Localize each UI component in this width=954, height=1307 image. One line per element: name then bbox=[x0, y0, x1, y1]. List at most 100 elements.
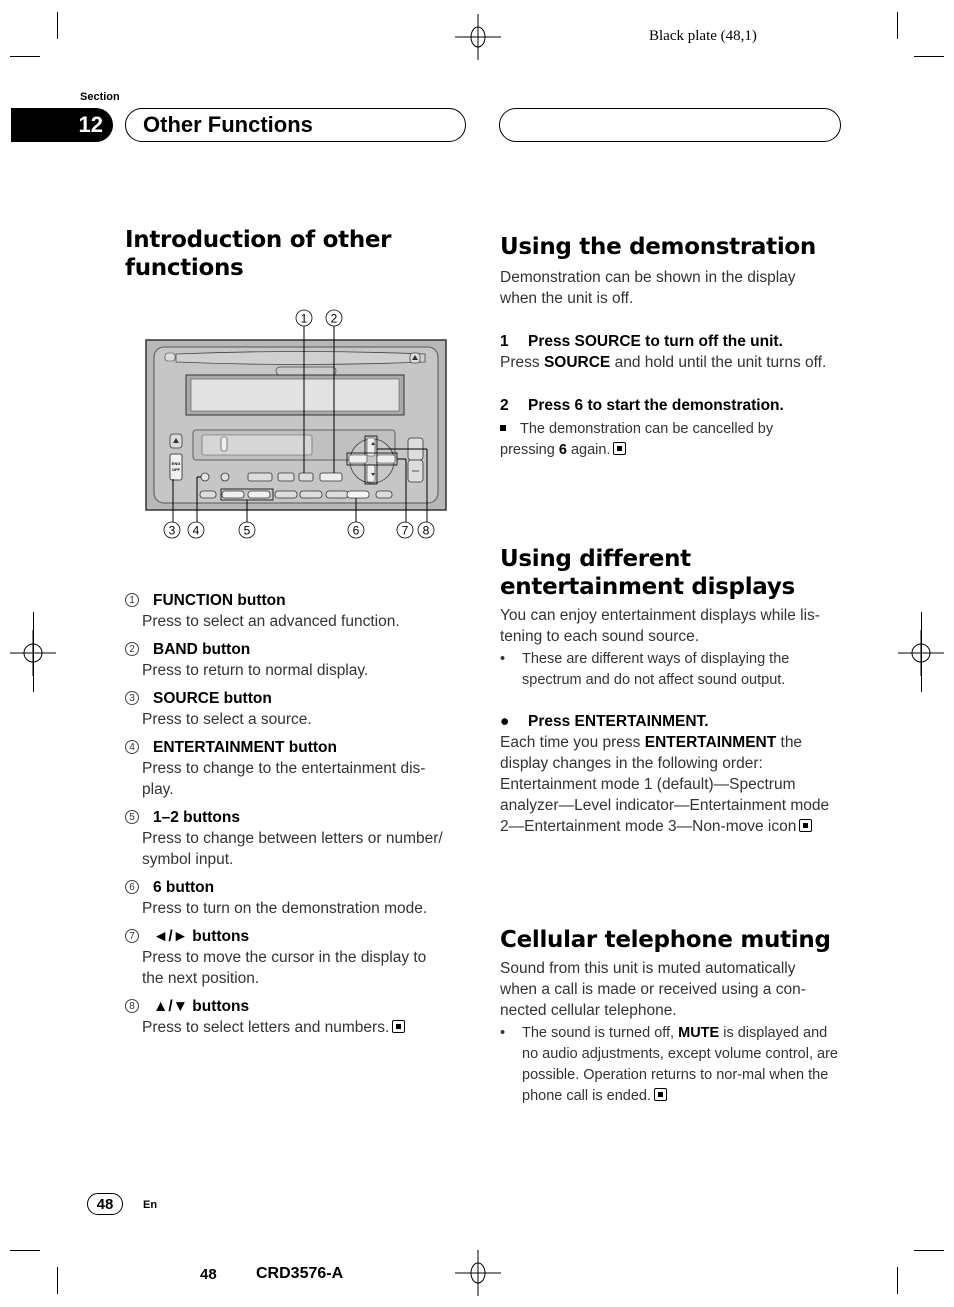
svg-text:6: 6 bbox=[353, 524, 360, 538]
callout-3: 3 bbox=[163, 521, 181, 539]
preset-1-button bbox=[221, 490, 245, 499]
cellular-bullet: • The sound is turned off, MUTE is displa… bbox=[500, 1023, 845, 1107]
entertainment-step: ● Press ENTERTAINMENT. bbox=[500, 713, 709, 730]
callout-label: 2 bbox=[331, 312, 338, 326]
circle-bullet-icon: ● bbox=[500, 713, 510, 730]
callout-number: 4 bbox=[125, 740, 139, 754]
callout-number: 7 bbox=[125, 929, 139, 943]
entertainment-bullet: • These are different ways of displaying … bbox=[500, 649, 845, 691]
list-item: 7 ◄/► buttons Press to move the cursor in… bbox=[125, 926, 470, 989]
print-page-number: 48 bbox=[200, 1266, 217, 1283]
end-mark-icon bbox=[613, 442, 627, 455]
language-label: En bbox=[143, 1199, 158, 1211]
item-title: BAND button bbox=[153, 641, 251, 658]
section-title: Other Functions bbox=[143, 112, 313, 137]
callout-7: 7 bbox=[396, 521, 414, 539]
entertainment-section: Using different entertainment displays Y… bbox=[500, 545, 845, 837]
svg-text:3: 3 bbox=[169, 524, 176, 538]
item-description: Press to select letters and numbers. bbox=[142, 1019, 390, 1036]
item-description: Press to select a source. bbox=[142, 711, 312, 728]
item-title: ▲/▼ buttons bbox=[153, 998, 250, 1015]
callout-6: 6 bbox=[347, 521, 365, 539]
entertainment-heading: Using different entertainment displays bbox=[500, 546, 795, 600]
demo-step-2: 2 Press 6 to start the demonstration. bbox=[500, 397, 784, 414]
page-number: 48 bbox=[87, 1193, 123, 1215]
plate-label: Black plate (48,1) bbox=[649, 28, 757, 44]
callout-number: 6 bbox=[125, 880, 139, 894]
crop-mark bbox=[10, 1250, 40, 1251]
callout-label: 1 bbox=[301, 312, 308, 326]
item-title: 6 button bbox=[153, 879, 215, 896]
svg-text:8: 8 bbox=[423, 524, 430, 538]
registration-mark-icon bbox=[455, 14, 501, 60]
svg-text:4: 4 bbox=[193, 524, 200, 538]
cellular-section: Cellular telephone muting Sound from thi… bbox=[500, 926, 845, 1107]
band-button bbox=[319, 472, 343, 482]
callout-number: 2 bbox=[125, 642, 139, 656]
entertainment-button bbox=[200, 472, 210, 482]
registration-mark-icon bbox=[455, 1250, 501, 1296]
clock-button bbox=[220, 472, 230, 482]
crop-mark bbox=[10, 56, 40, 57]
lcd-display bbox=[190, 378, 400, 412]
svg-text:5: 5 bbox=[244, 524, 251, 538]
head-unit-diagram: 1 2 ENG OFF 3 4 5 6 7 8 bbox=[145, 309, 447, 539]
crop-mark bbox=[921, 612, 922, 692]
callout-number: 8 bbox=[125, 999, 139, 1013]
item-description: Press to select an advanced function. bbox=[142, 613, 400, 630]
list-item: 4 ENTERTAINMENT button Press to change to… bbox=[125, 737, 470, 800]
demo-section: Using the demonstration Demonstration ca… bbox=[500, 233, 845, 461]
crop-mark bbox=[897, 1267, 898, 1294]
square-bullet-icon bbox=[500, 425, 506, 431]
end-mark-icon bbox=[392, 1020, 406, 1033]
crop-mark bbox=[914, 1250, 944, 1251]
list-item: 8 ▲/▼ buttons Press to select letters and… bbox=[125, 996, 470, 1038]
item-title: ENTERTAINMENT button bbox=[153, 739, 337, 756]
preset-5-button bbox=[325, 490, 349, 499]
ta-button bbox=[199, 490, 217, 499]
detach-button bbox=[164, 352, 176, 362]
disp-button bbox=[247, 472, 273, 482]
item-title: 1–2 buttons bbox=[153, 809, 240, 826]
item-description: Press to change between letters or numbe… bbox=[142, 830, 443, 868]
crop-mark bbox=[57, 1267, 58, 1294]
callout-1: 1 bbox=[295, 309, 313, 327]
item-description: Press to move the cursor in the display … bbox=[142, 949, 427, 987]
model-number: CRD3576-A bbox=[256, 1265, 344, 1282]
svg-text:ENG: ENG bbox=[172, 461, 181, 466]
section-number: 12 bbox=[78, 112, 103, 137]
list-item: 6 6 button Press to turn on the demonstra… bbox=[125, 877, 470, 919]
bullet-icon: • bbox=[500, 1025, 506, 1041]
item-title: FUNCTION button bbox=[153, 592, 286, 609]
left-button bbox=[348, 454, 368, 464]
preset-2-button bbox=[247, 490, 271, 499]
end-mark-icon bbox=[654, 1088, 667, 1101]
svg-text:OFF: OFF bbox=[172, 467, 181, 472]
preset-4-button bbox=[299, 490, 323, 499]
intro-section: Introduction of other functions bbox=[125, 226, 470, 282]
intro-heading: Introduction of other functions bbox=[125, 227, 392, 281]
audio-button bbox=[277, 472, 295, 482]
demo-step-1-desc: Press SOURCE and hold until the unit tur… bbox=[500, 354, 827, 371]
cellular-intro: Sound from this unit is muted automatica… bbox=[500, 960, 806, 1019]
item-title: SOURCE button bbox=[153, 690, 272, 707]
item-title: ◄/► buttons bbox=[153, 928, 250, 945]
callout-number: 5 bbox=[125, 810, 139, 824]
item-description: Press to turn on the demonstration mode. bbox=[142, 900, 428, 917]
crop-mark bbox=[897, 12, 898, 39]
entertainment-desc: Each time you press ENTERTAINMENT the di… bbox=[500, 734, 830, 835]
list-item: 3 SOURCE button Press to select a source. bbox=[125, 688, 470, 730]
end-mark-icon bbox=[799, 819, 813, 832]
svg-text:7: 7 bbox=[402, 524, 409, 538]
item-description: Press to return to normal display. bbox=[142, 662, 369, 679]
callout-number: 3 bbox=[125, 691, 139, 705]
demo-heading: Using the demonstration bbox=[500, 234, 816, 260]
bullet-icon: • bbox=[500, 651, 506, 667]
empty-header-pill bbox=[499, 108, 841, 142]
list-item: 2 BAND button Press to return to normal d… bbox=[125, 639, 470, 681]
intro-items-list: 1 FUNCTION button Press to select an adva… bbox=[125, 590, 470, 1045]
cellular-heading: Cellular telephone muting bbox=[500, 927, 831, 953]
cd-slot bbox=[175, 351, 426, 365]
crop-mark bbox=[33, 612, 34, 692]
callout-4: 4 bbox=[187, 521, 205, 539]
